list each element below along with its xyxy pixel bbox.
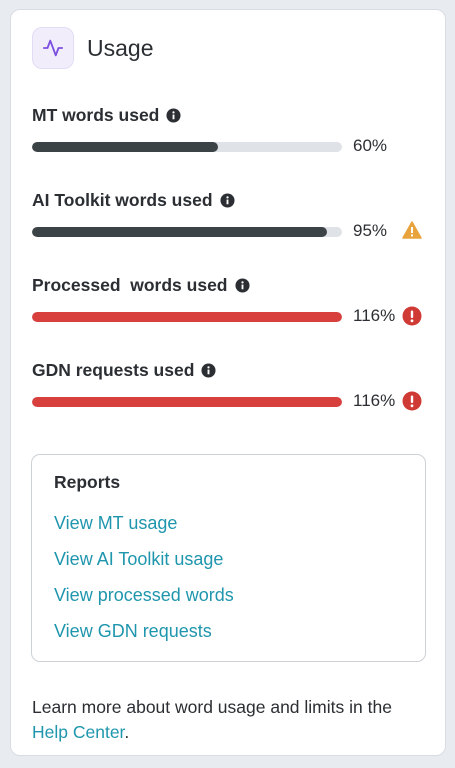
usage-card: Usage MT words used 60% AI Toolkit words… [10,9,446,756]
metric-ai-toolkit-words: AI Toolkit words used 95% [32,190,432,250]
metric-label: Processed words used [32,275,228,295]
metric-gdn-requests: GDN requests used 116% [32,360,432,420]
error-icon [402,306,422,326]
warning-icon [402,221,422,239]
help-center-link[interactable]: Help Center [32,722,124,742]
error-icon [402,391,422,411]
view-gdn-requests-link[interactable]: View GDN requests [54,621,212,642]
progress-bar [32,312,342,322]
progress-bar-fill [32,142,218,152]
percent-value: 116% [353,391,396,410]
metric-label: MT words used [32,105,160,125]
progress-bar-fill [32,227,327,237]
progress-bar [32,227,342,237]
percent-value: 116% [353,306,396,325]
metric-processed-words: Processed words used 116% [32,275,432,335]
view-processed-words-link[interactable]: View processed words [54,585,234,606]
progress-bar-fill [32,397,342,407]
metric-label: AI Toolkit words used [32,190,213,210]
info-icon[interactable] [220,193,235,208]
info-icon[interactable] [201,363,216,378]
info-icon[interactable] [166,108,181,123]
percent-value: 60% [353,136,388,155]
percent-value: 95% [353,221,388,240]
help-footer: Learn more about word usage and limits i… [32,695,422,745]
progress-bar [32,142,342,152]
footer-end: . [124,722,130,742]
progress-bar-fill [32,312,342,322]
view-ai-toolkit-usage-link[interactable]: View AI Toolkit usage [54,549,223,570]
progress-bar [32,397,342,407]
page-title: Usage [87,34,154,61]
metric-mt-words: MT words used 60% [32,105,432,165]
view-mt-usage-link[interactable]: View MT usage [54,513,177,534]
info-icon[interactable] [234,278,250,293]
metric-label: GDN requests used [32,360,195,380]
reports-box: Reports View MT usage View AI Toolkit us… [31,454,426,662]
usage-header: Usage [32,27,153,69]
activity-icon [32,27,74,69]
reports-title: Reports [54,472,121,492]
footer-text: Learn more about word usage and limits i… [32,697,392,717]
